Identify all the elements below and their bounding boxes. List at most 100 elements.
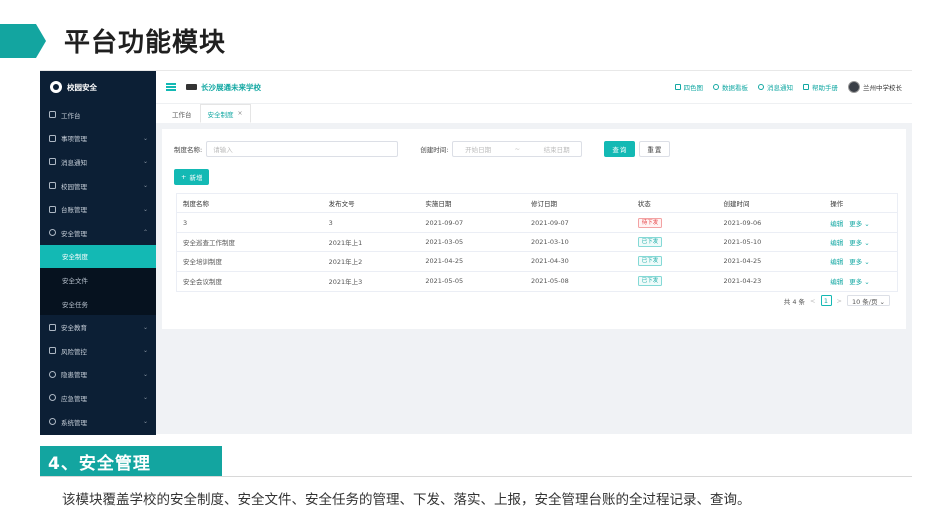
sidebar-subitem-safety-rules[interactable]: 安全制度 (40, 244, 156, 269)
help-icon (803, 84, 809, 90)
reset-button[interactable]: 重置 (639, 141, 671, 157)
edit-link[interactable]: 编辑 (830, 278, 843, 286)
chevron-down-icon: ⌄ (142, 182, 148, 190)
brand[interactable]: 校园安全 (40, 71, 156, 103)
chevron-up-icon: ⌃ (142, 229, 148, 237)
date-end: 结束日期 (543, 146, 570, 154)
section-description: 该模块覆盖学校的安全制度、安全文件、安全任务的管理、下发、落实、上报，安全管理台… (62, 492, 751, 508)
table-row: 安全会议制度 2021年上3 2021-05-05 2021-05-08 已下发… (183, 276, 870, 287)
section-divider (40, 476, 912, 477)
more-dropdown[interactable]: 更多 ⌄ (849, 220, 870, 228)
chevron-down-icon: ⌄ (142, 418, 148, 426)
next-page-button[interactable]: > (837, 297, 842, 305)
status-badge: 已下发 (637, 256, 663, 267)
sidebar-item-hazard[interactable]: 隐患管理 ⌄ (40, 363, 156, 387)
school-logo-icon (186, 84, 197, 90)
calendar-icon (49, 134, 56, 142)
app-window: 校园安全 工作台 事项管理 ⌄ 消息通知 ⌄ 校园管理 ⌄ 台账管理 ⌄ 安全管… (40, 70, 912, 435)
sidebar-item-matters[interactable]: 事项管理 ⌄ (40, 127, 156, 151)
prev-page-button[interactable]: < (810, 297, 815, 305)
grid-icon (674, 84, 681, 90)
logo-icon (50, 81, 62, 93)
sidebar-item-system[interactable]: 系统管理 ⌄ (40, 410, 156, 434)
slide-title: 平台功能模块 (64, 28, 227, 58)
more-dropdown[interactable]: 更多 ⌄ (849, 278, 870, 286)
content-card: 制度名称: 请输入 创建时间: 开始日期 ~ 结束日期 查询 重置 + 新增 制… (162, 129, 906, 329)
dashboard-icon (49, 111, 56, 119)
home-icon (49, 182, 56, 190)
sidebar-item-messages[interactable]: 消息通知 ⌄ (40, 150, 156, 174)
date-separator: ~ (514, 145, 521, 153)
four-color-map-link[interactable]: 四色图 (674, 82, 703, 92)
sidebar-subitem-safety-files[interactable]: 安全文件 (40, 268, 156, 292)
sidebar-item-workbench[interactable]: 工作台 (40, 103, 156, 127)
safety-submenu: 安全制度 安全文件 安全任务 (40, 244, 156, 316)
edit-link[interactable]: 编辑 (830, 220, 843, 228)
sidebar-item-ledger[interactable]: 台账管理 ⌄ (40, 197, 156, 221)
created-date-range[interactable]: 开始日期 ~ 结束日期 (452, 141, 583, 157)
data-board-link[interactable]: 数据看板 (713, 82, 748, 92)
chevron-down-icon: ⌄ (142, 370, 148, 378)
edit-link[interactable]: 编辑 (830, 258, 843, 266)
brand-name: 校园安全 (67, 82, 97, 92)
tab-bar: 工作台 安全制度 × (156, 103, 912, 123)
topbar: 长沙展通未来学校 四色图 数据看板 消息通知 帮助手册 兰州中学校长 (156, 71, 912, 103)
shield-icon (49, 229, 56, 237)
megaphone-icon (49, 158, 56, 166)
section-title: 4、安全管理 (40, 446, 222, 476)
total-count: 共 4 条 (783, 297, 806, 306)
wrench-icon (49, 370, 56, 378)
notifications-link[interactable]: 消息通知 (758, 82, 793, 92)
bell-icon (758, 84, 764, 90)
sidebar-item-education[interactable]: 安全教育 ⌄ (40, 315, 156, 339)
sidebar-subitem-safety-tasks[interactable]: 安全任务 (40, 292, 156, 316)
gear-icon (49, 418, 56, 426)
table-row: 安全培训制度 2021年上2 2021-04-25 2021-04-30 已下发… (177, 252, 897, 272)
menu-toggle-icon[interactable] (166, 83, 176, 91)
close-icon[interactable]: × (238, 110, 243, 117)
page-size-select[interactable]: 10 条/页 ⌄ (846, 295, 890, 306)
alarm-icon (49, 394, 56, 402)
status-badge: 待下发 (637, 217, 663, 228)
rule-name-label: 制度名称: (174, 146, 203, 154)
sidebar-item-safety[interactable]: 安全管理 ⌃ (40, 221, 156, 245)
sidebar: 校园安全 工作台 事项管理 ⌄ 消息通知 ⌄ 校园管理 ⌄ 台账管理 ⌄ 安全管… (40, 71, 156, 435)
plus-icon: + (181, 173, 187, 181)
pagination: 共 4 条 < 1 > 10 条/页 ⌄ (784, 295, 890, 306)
table-header: 制度名称 发布文号 实施日期 修订日期 状态 创建时间 操作 (177, 194, 897, 214)
filter-bar: 制度名称: 请输入 创建时间: 开始日期 ~ 结束日期 查询 重置 (174, 141, 671, 157)
help-manual-link[interactable]: 帮助手册 (803, 82, 838, 92)
school-name: 长沙展通未来学校 (201, 82, 261, 92)
created-date-label: 创建时间: (420, 146, 449, 154)
edit-link[interactable]: 编辑 (830, 239, 843, 247)
chart-icon (713, 84, 719, 90)
ledger-icon (49, 205, 56, 213)
search-button[interactable]: 查询 (604, 141, 636, 157)
rules-table: 制度名称 发布文号 实施日期 修订日期 状态 创建时间 操作 3 3 2021-… (176, 193, 898, 292)
chevron-down-icon: ⌄ (142, 158, 148, 166)
user-menu[interactable]: 兰州中学校长 (848, 81, 902, 93)
flag-icon (49, 347, 56, 355)
status-badge: 已下发 (637, 236, 663, 247)
tab-workbench[interactable]: 工作台 (164, 104, 200, 123)
chevron-down-icon: ⌄ (142, 205, 148, 213)
date-start: 开始日期 (465, 146, 492, 154)
add-button[interactable]: + 新增 (174, 169, 210, 185)
book-icon (49, 323, 56, 331)
sidebar-item-campus[interactable]: 校园管理 ⌄ (40, 174, 156, 198)
rule-name-input[interactable]: 请输入 (206, 141, 399, 157)
tab-safety-rules[interactable]: 安全制度 × (199, 104, 251, 123)
avatar (848, 81, 860, 93)
chevron-down-icon: ⌄ (142, 323, 148, 331)
more-dropdown[interactable]: 更多 ⌄ (849, 239, 870, 247)
table-row: 3 3 2021-09-07 2021-09-07 待下发 2021-09-06… (177, 213, 897, 233)
title-arrow-icon (0, 24, 46, 58)
user-name: 兰州中学校长 (863, 84, 902, 92)
sidebar-item-risk[interactable]: 风险管控 ⌄ (40, 339, 156, 363)
sidebar-item-emergency[interactable]: 应急管理 ⌄ (40, 386, 156, 410)
table-row: 安全巡查工作制度 2021年上1 2021-03-05 2021-03-10 已… (177, 233, 897, 253)
more-dropdown[interactable]: 更多 ⌄ (849, 258, 870, 266)
status-badge: 已下发 (637, 276, 663, 287)
page-number-button[interactable]: 1 (820, 295, 832, 306)
chevron-down-icon: ⌄ (142, 347, 148, 355)
